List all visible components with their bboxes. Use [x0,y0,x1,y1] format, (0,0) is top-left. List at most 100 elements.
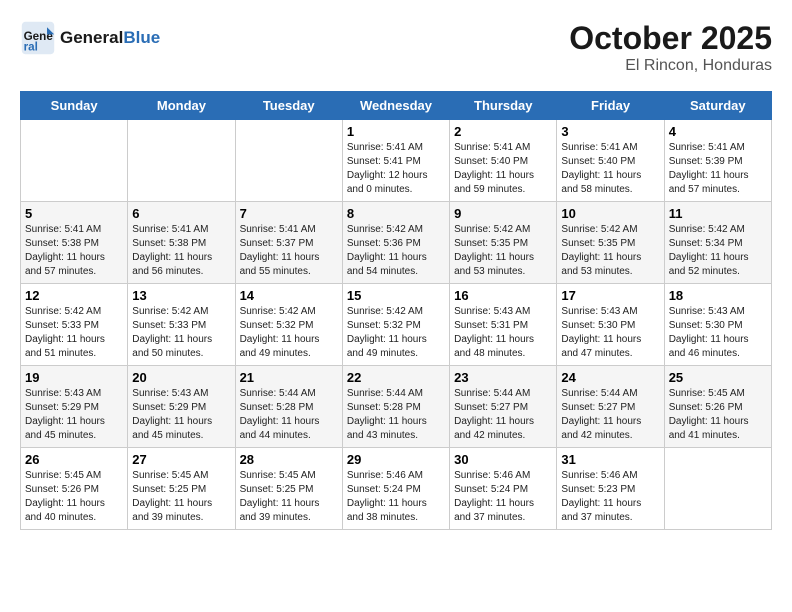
logo: Gene ral GeneralBlue [20,20,160,56]
day-number: 22 [347,370,445,385]
day-number: 18 [669,288,767,303]
calendar-cell: 14Sunrise: 5:42 AM Sunset: 5:32 PM Dayli… [235,284,342,366]
day-number: 15 [347,288,445,303]
col-header-friday: Friday [557,92,664,120]
logo-icon: Gene ral [20,20,56,56]
calendar-cell: 1Sunrise: 5:41 AM Sunset: 5:41 PM Daylig… [342,120,449,202]
calendar-cell [128,120,235,202]
calendar-cell: 29 Sunrise: 5:46 AM Sunset: 5:24 PM Dayli… [342,448,449,530]
calendar-cell: 2 Sunrise: 5:41 AM Sunset: 5:40 PM Daylig… [450,120,557,202]
day-info: Sunrise: 5:45 AM Sunset: 5:26 PM Dayligh… [25,469,123,525]
logo-text-general: General [60,28,123,47]
calendar-cell: 6 Sunrise: 5:41 AM Sunset: 5:38 PM Daylig… [128,202,235,284]
calendar-week-1: 1Sunrise: 5:41 AM Sunset: 5:41 PM Daylig… [21,120,772,202]
calendar-cell: 4 Sunrise: 5:41 AM Sunset: 5:39 PM Daylig… [664,120,771,202]
day-info: Sunrise: 5:45 AM Sunset: 5:26 PM Dayligh… [669,387,767,443]
day-info: Sunrise: 5:42 AM Sunset: 5:33 PM Dayligh… [132,305,230,361]
day-info: Sunrise: 5:41 AM Sunset: 5:41 PM Dayligh… [347,141,445,197]
day-number: 14 [240,288,338,303]
calendar-cell: 5 Sunrise: 5:41 AM Sunset: 5:38 PM Daylig… [21,202,128,284]
day-number: 21 [240,370,338,385]
col-header-tuesday: Tuesday [235,92,342,120]
calendar-cell: 8Sunrise: 5:42 AM Sunset: 5:36 PM Daylig… [342,202,449,284]
day-number: 24 [561,370,659,385]
day-info: Sunrise: 5:43 AM Sunset: 5:29 PM Dayligh… [132,387,230,443]
calendar-cell: 21 Sunrise: 5:44 AM Sunset: 5:28 PM Dayli… [235,366,342,448]
day-info: Sunrise: 5:44 AM Sunset: 5:27 PM Dayligh… [561,387,659,443]
day-info: Sunrise: 5:41 AM Sunset: 5:37 PM Dayligh… [240,223,338,279]
day-number: 12 [25,288,123,303]
day-number: 19 [25,370,123,385]
day-info: Sunrise: 5:44 AM Sunset: 5:27 PM Dayligh… [454,387,552,443]
calendar-cell: 23 Sunrise: 5:44 AM Sunset: 5:27 PM Dayli… [450,366,557,448]
calendar-cell: 11 Sunrise: 5:42 AM Sunset: 5:34 PM Dayli… [664,202,771,284]
day-info: Sunrise: 5:45 AM Sunset: 5:25 PM Dayligh… [132,469,230,525]
svg-text:ral: ral [24,41,38,54]
calendar-cell: 28 Sunrise: 5:45 AM Sunset: 5:25 PM Dayli… [235,448,342,530]
day-info: Sunrise: 5:44 AM Sunset: 5:28 PM Dayligh… [240,387,338,443]
day-number: 29 [347,452,445,467]
title-block: October 2025 El Rincon, Honduras [569,20,772,75]
day-number: 25 [669,370,767,385]
calendar-cell: 7Sunrise: 5:41 AM Sunset: 5:37 PM Daylig… [235,202,342,284]
day-number: 4 [669,124,767,139]
calendar-cell: 18 Sunrise: 5:43 AM Sunset: 5:30 PM Dayli… [664,284,771,366]
day-info: Sunrise: 5:41 AM Sunset: 5:39 PM Dayligh… [669,141,767,197]
day-number: 13 [132,288,230,303]
calendar-cell: 24 Sunrise: 5:44 AM Sunset: 5:27 PM Dayli… [557,366,664,448]
day-info: Sunrise: 5:46 AM Sunset: 5:24 PM Dayligh… [347,469,445,525]
calendar-cell: 30Sunrise: 5:46 AM Sunset: 5:24 PM Dayli… [450,448,557,530]
month-title: October 2025 [569,20,772,57]
calendar-cell: 20 Sunrise: 5:43 AM Sunset: 5:29 PM Dayli… [128,366,235,448]
day-number: 26 [25,452,123,467]
day-info: Sunrise: 5:43 AM Sunset: 5:30 PM Dayligh… [669,305,767,361]
day-info: Sunrise: 5:46 AM Sunset: 5:23 PM Dayligh… [561,469,659,525]
logo-text-blue: Blue [123,28,160,47]
day-info: Sunrise: 5:42 AM Sunset: 5:34 PM Dayligh… [669,223,767,279]
calendar-cell [21,120,128,202]
calendar-week-5: 26 Sunrise: 5:45 AM Sunset: 5:26 PM Dayli… [21,448,772,530]
day-number: 10 [561,206,659,221]
calendar-cell: 27 Sunrise: 5:45 AM Sunset: 5:25 PM Dayli… [128,448,235,530]
day-info: Sunrise: 5:42 AM Sunset: 5:35 PM Dayligh… [561,223,659,279]
day-info: Sunrise: 5:43 AM Sunset: 5:29 PM Dayligh… [25,387,123,443]
calendar-cell: 10 Sunrise: 5:42 AM Sunset: 5:35 PM Dayli… [557,202,664,284]
col-header-thursday: Thursday [450,92,557,120]
calendar-week-2: 5 Sunrise: 5:41 AM Sunset: 5:38 PM Daylig… [21,202,772,284]
day-number: 30 [454,452,552,467]
page-header: Gene ral GeneralBlue October 2025 El Rin… [20,20,772,75]
col-header-saturday: Saturday [664,92,771,120]
day-number: 2 [454,124,552,139]
day-number: 27 [132,452,230,467]
day-number: 3 [561,124,659,139]
day-number: 16 [454,288,552,303]
calendar-week-3: 12 Sunrise: 5:42 AM Sunset: 5:33 PM Dayli… [21,284,772,366]
calendar-cell: 22 Sunrise: 5:44 AM Sunset: 5:28 PM Dayli… [342,366,449,448]
day-number: 31 [561,452,659,467]
calendar-header-row: SundayMondayTuesdayWednesdayThursdayFrid… [21,92,772,120]
day-number: 23 [454,370,552,385]
day-info: Sunrise: 5:45 AM Sunset: 5:25 PM Dayligh… [240,469,338,525]
day-number: 20 [132,370,230,385]
calendar-week-4: 19 Sunrise: 5:43 AM Sunset: 5:29 PM Dayli… [21,366,772,448]
day-info: Sunrise: 5:42 AM Sunset: 5:32 PM Dayligh… [347,305,445,361]
day-number: 9 [454,206,552,221]
day-number: 11 [669,206,767,221]
day-info: Sunrise: 5:44 AM Sunset: 5:28 PM Dayligh… [347,387,445,443]
day-info: Sunrise: 5:41 AM Sunset: 5:38 PM Dayligh… [25,223,123,279]
day-number: 5 [25,206,123,221]
day-info: Sunrise: 5:41 AM Sunset: 5:40 PM Dayligh… [454,141,552,197]
calendar-cell [235,120,342,202]
calendar-cell: 17 Sunrise: 5:43 AM Sunset: 5:30 PM Dayli… [557,284,664,366]
calendar-cell: 3Sunrise: 5:41 AM Sunset: 5:40 PM Daylig… [557,120,664,202]
calendar-table: SundayMondayTuesdayWednesdayThursdayFrid… [20,91,772,530]
calendar-cell [664,448,771,530]
day-number: 6 [132,206,230,221]
calendar-cell: 9Sunrise: 5:42 AM Sunset: 5:35 PM Daylig… [450,202,557,284]
calendar-cell: 25 Sunrise: 5:45 AM Sunset: 5:26 PM Dayli… [664,366,771,448]
day-info: Sunrise: 5:41 AM Sunset: 5:38 PM Dayligh… [132,223,230,279]
calendar-cell: 13 Sunrise: 5:42 AM Sunset: 5:33 PM Dayli… [128,284,235,366]
day-number: 28 [240,452,338,467]
day-info: Sunrise: 5:43 AM Sunset: 5:30 PM Dayligh… [561,305,659,361]
day-number: 17 [561,288,659,303]
